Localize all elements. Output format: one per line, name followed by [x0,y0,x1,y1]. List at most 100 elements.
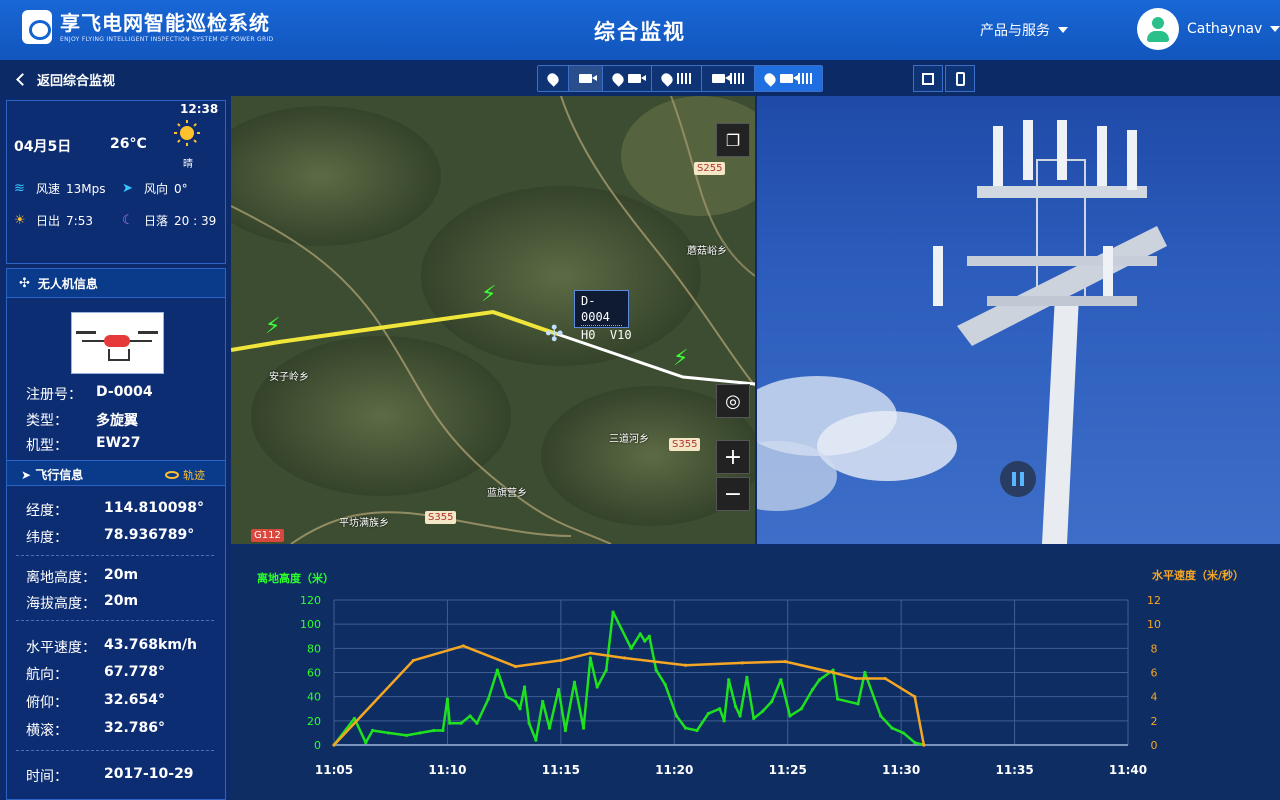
road-label: G112 [251,529,284,542]
drone-model-value: EW27 [96,435,141,451]
flight-label: 时间： [26,769,68,785]
rotate-screen-button[interactable] [945,65,975,92]
view-map-video-button[interactable] [603,66,652,91]
data-point [547,726,552,730]
wind-speed-value: 13Mps [66,181,106,196]
data-point [727,678,731,682]
data-point [856,702,860,706]
track-label: 轨迹 [183,469,205,482]
right-axis-title: 水平速度（米/秒） [1152,568,1244,582]
locate-button[interactable]: ◎ [716,384,750,418]
chevron-down-icon [1270,26,1280,32]
view-all-button[interactable] [755,66,822,91]
sunny-icon [174,120,200,146]
user-menu[interactable]: Cathaynav [1137,8,1280,50]
drone-tag-id: D-0004 [581,293,622,326]
data-point [854,676,858,681]
left-tick-label: 100 [300,618,321,631]
left-tick-label: 0 [314,739,321,752]
send-icon: ➤ [21,468,36,482]
data-point [448,721,452,725]
bar-chart-icon [798,73,812,84]
chevron-left-icon [16,73,29,86]
back-button[interactable]: 返回综合监视 [16,70,115,89]
sunset: ☾ 日落 20 : 39 [122,212,216,229]
flight-label: 纬度： [26,530,68,546]
sunrise-icon: ☀ [14,212,26,228]
view-video-button[interactable] [569,66,603,91]
user-name: Cathaynav [1187,21,1263,37]
flight-label: 经度： [26,503,68,519]
x-tick-label: 11:25 [769,763,807,777]
power-tower-icon[interactable]: ⚡ [265,314,280,339]
power-tower-icon[interactable]: ⚡ [481,282,496,307]
view-map-chart-button[interactable] [652,66,702,91]
view-video-chart-button[interactable] [702,66,755,91]
pause-icon-bar [1012,472,1016,486]
flight-info-header: ➤ 飞行信息 轨迹 [7,460,225,486]
data-point [738,714,742,718]
data-point [811,687,815,692]
flight-value: 2017-10-29 [104,766,194,782]
flight-chart-panel: 离地高度（米） 水平速度（米/秒） 0 20 40 60 80 100 120 0 2 4 6 8 10… [231,546,1280,800]
x-tick-label: 11:15 [542,763,580,777]
zoom-out-button[interactable]: − [716,477,750,511]
map-view[interactable]: ⚡ ⚡ ⚡ ✣ S255 S355 S355 G112 安子岭乡 蘑菇峪乡 三道… [231,96,755,544]
flight-value: 20m [104,567,139,583]
data-point [352,716,357,721]
pause-button[interactable] [1000,461,1036,497]
flight-info-title: ➤ 飞行信息 [21,466,83,483]
flight-value: 43.768km/h [104,637,198,653]
power-tower-icon[interactable]: ⚡ [673,346,688,371]
data-point [556,687,561,692]
wind-dir-value: 0° [174,181,188,196]
data-point [595,685,599,689]
data-point [581,726,586,730]
data-point [883,676,887,681]
flight-label: 航向： [26,667,68,683]
data-point [745,675,749,679]
drone-map-tag: D-0004 H0 V10 [574,290,632,342]
app-name-text: 电网智能巡检系统 [102,10,270,35]
zoom-in-button[interactable]: + [716,440,750,474]
data-point [922,743,926,747]
divider [16,750,214,751]
phone-rotate-icon [955,71,965,86]
compass-arrow-icon: ➤ [122,180,133,196]
wind-speed: ≋ 风速 13Mps [14,180,106,197]
data-point [486,697,490,701]
map-pin-icon [659,70,675,87]
brand-logo-icon [22,10,52,44]
data-point [788,714,792,718]
page-title: 综合监视 [594,20,686,44]
data-point [513,699,518,704]
drone-info-header: ✣ 无人机信息 [7,269,225,298]
data-point [459,721,463,725]
sunrise-value: 7:53 [66,213,93,228]
data-point [559,658,563,663]
drone-position-icon[interactable]: ✣ [545,322,563,347]
sunset-label: 日落 [144,214,169,228]
data-point [518,707,522,711]
layers-button[interactable]: ❐ [716,123,750,157]
avatar [1137,8,1179,50]
video-camera-icon [628,74,646,83]
road-label: S255 [694,162,726,175]
pause-icon-bar [1020,472,1024,486]
x-tick-label: 11:05 [315,763,353,777]
moon-icon: ☾ [122,212,134,228]
flight-value: 32.654° [104,692,166,708]
products-menu[interactable]: 产品与服务 [980,20,1068,40]
data-point [495,668,499,672]
data-point [522,685,527,689]
view-map-button[interactable] [538,66,569,91]
chevron-down-icon [1058,27,1068,33]
drone-icon: ✣ [19,275,30,291]
x-tick-label: 11:10 [428,763,466,777]
fullscreen-button[interactable] [913,65,943,92]
drone-reg-label: 注册号： [26,387,82,403]
left-tick-label: 60 [307,667,321,680]
track-toggle[interactable]: 轨迹 [165,467,205,483]
bar-chart-icon [677,73,691,84]
sunrise: ☀ 日出 7:53 [14,212,93,229]
